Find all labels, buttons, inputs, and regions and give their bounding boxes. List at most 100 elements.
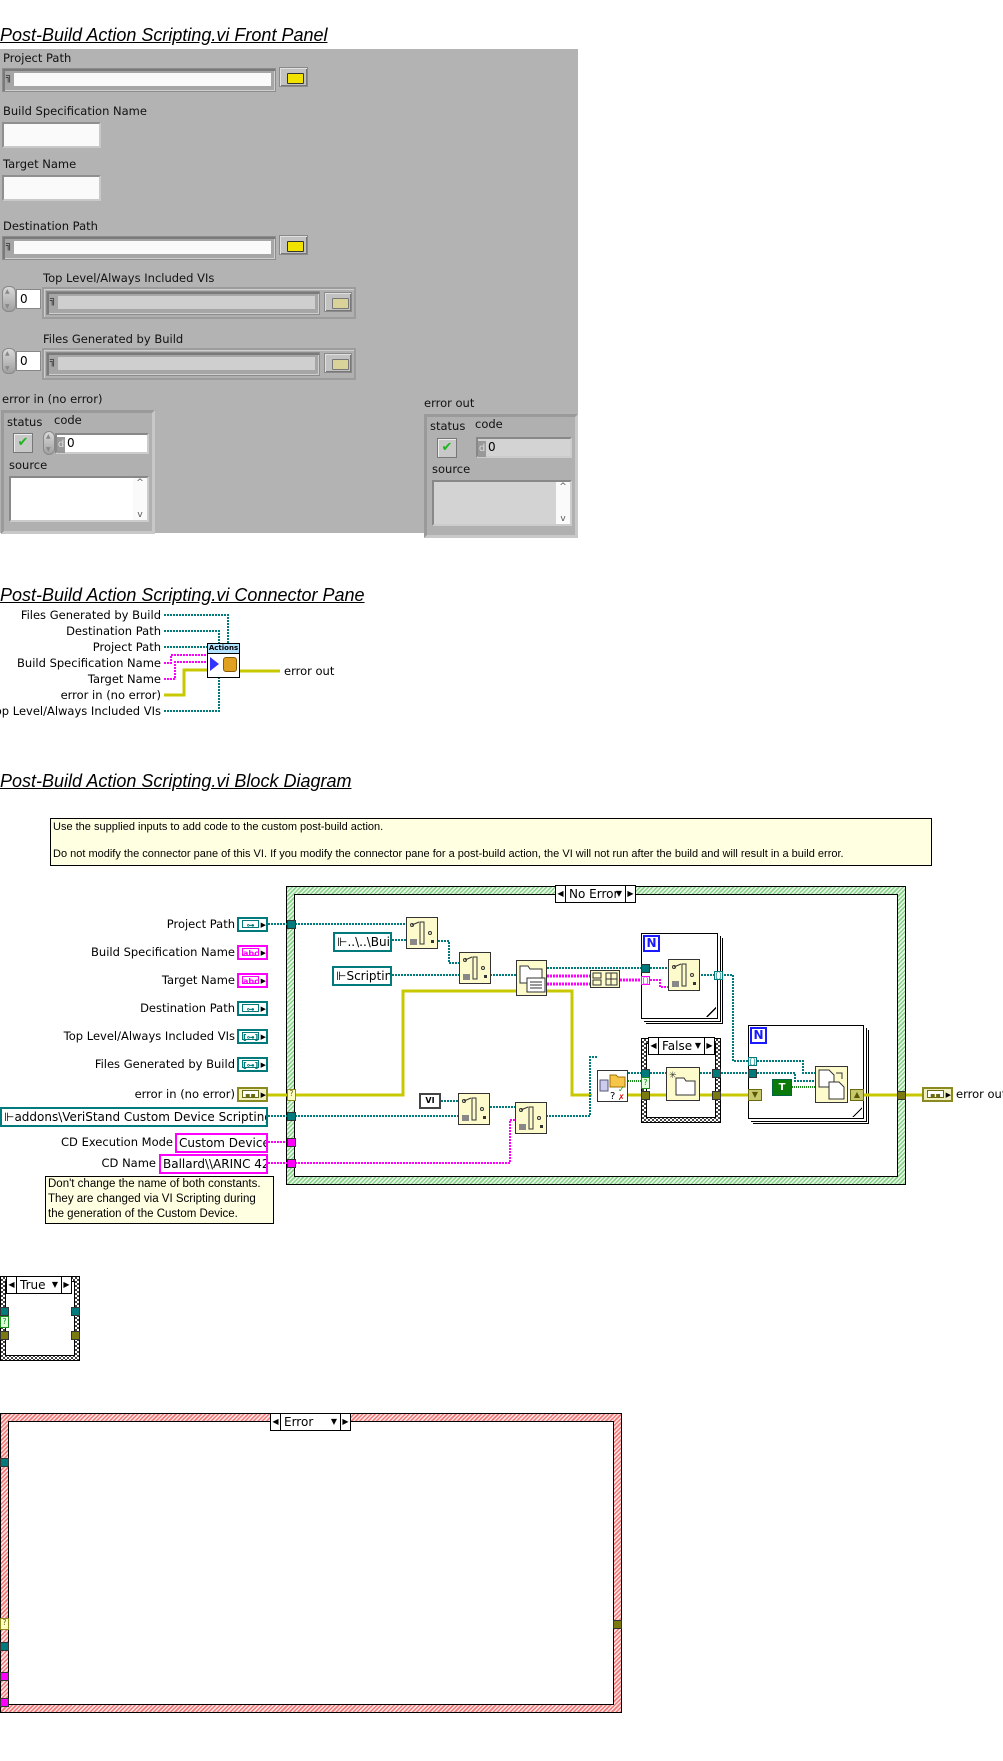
- top-level-vis-element[interactable]: ╗: [46, 291, 320, 315]
- loop2-tunnel-path: [748, 1069, 757, 1078]
- build-path-node-loop[interactable]: [668, 959, 700, 991]
- build-path-icon: [463, 956, 487, 980]
- loop-autoindex-tunnel-out: []: [714, 971, 723, 980]
- top-level-vis-index-spinner[interactable]: [2, 286, 16, 312]
- front-panel-title: Post-Build Action Scripting.vi Front Pan…: [0, 25, 328, 45]
- error-in-source-input[interactable]: ^ v: [9, 476, 149, 522]
- terminal-top-level-vis[interactable]: [⊶]: [237, 1029, 268, 1044]
- error-in-status-checkbox[interactable]: ✔: [13, 433, 33, 453]
- error-in-code-spinner[interactable]: [43, 431, 55, 455]
- chevron-down-icon[interactable]: ▼: [616, 886, 622, 902]
- case-selector-error[interactable]: ◀ Error ▼ ▶: [270, 1413, 351, 1431]
- chevron-down-icon[interactable]: ▼: [331, 1414, 337, 1430]
- label-target-name: Target Name: [161, 973, 235, 987]
- case-selector-true[interactable]: ◀ True ▼ ▶: [6, 1276, 72, 1294]
- project-path-field[interactable]: ╗: [2, 68, 276, 92]
- label-error-in: error in (no error): [134, 1087, 235, 1101]
- project-path-input[interactable]: [14, 73, 271, 86]
- files-generated-index[interactable]: 0: [16, 351, 41, 371]
- prev-case-arrow-icon[interactable]: ◀: [556, 886, 566, 902]
- new-folder-icon: ✳: [669, 1071, 696, 1096]
- label-error-out: error out: [956, 1087, 1003, 1101]
- case-selector-terminal: ?: [287, 1089, 296, 1101]
- copy-file-node[interactable]: [815, 1066, 848, 1103]
- case-selector-false[interactable]: ◀ False ▼ ▶: [648, 1037, 715, 1055]
- build-array-node[interactable]: [590, 970, 620, 988]
- constant-scripting-path[interactable]: ⊩Scripting: [332, 966, 392, 986]
- terminal-project-path[interactable]: ⊶: [237, 917, 268, 932]
- build-path-node-3[interactable]: [458, 1093, 490, 1125]
- prev-case-arrow-icon[interactable]: ◀: [7, 1277, 17, 1293]
- front-panel: Project Path ╗ Build Specification Name …: [0, 49, 578, 538]
- case-structure-error[interactable]: [0, 1413, 622, 1713]
- prev-case-arrow-icon[interactable]: ◀: [271, 1414, 281, 1430]
- project-path-label: Project Path: [3, 51, 72, 65]
- terminal-destination-path[interactable]: ⊶: [237, 1001, 268, 1016]
- error-case-tunnel-addons-path: [0, 1642, 9, 1651]
- build-path-node-2[interactable]: [459, 952, 491, 984]
- svg-text:✗: ✗: [618, 1093, 625, 1101]
- case-selector-no-error[interactable]: ◀ No Error ▼ ▶: [555, 885, 636, 903]
- top-level-vis-index[interactable]: 0: [16, 289, 41, 309]
- create-folder-node[interactable]: ✳: [666, 1067, 700, 1101]
- prev-case-arrow-icon[interactable]: ◀: [649, 1038, 659, 1054]
- constants-note-comment: Don't change the name of both constants.…: [45, 1176, 274, 1224]
- error-in-source-scrollbar[interactable]: ^ v: [133, 478, 147, 520]
- files-generated-label: Files Generated by Build: [43, 332, 184, 346]
- constant-built-path[interactable]: ⊩..\..\Built: [333, 932, 392, 952]
- list-folder-node[interactable]: [516, 960, 547, 996]
- target-name-input[interactable]: [2, 175, 101, 201]
- terminal-build-spec-name[interactable]: abc: [237, 945, 268, 960]
- error-out-status-indicator: ✔: [437, 438, 457, 458]
- top-level-vis-browse-button[interactable]: [324, 292, 352, 312]
- error-in-code-input[interactable]: d0: [55, 433, 149, 454]
- check-file-exists-node[interactable]: ? ✓ ✗: [597, 1070, 628, 1102]
- cp-input-destination-path: Destination Path: [66, 624, 161, 638]
- instructions-comment: Use the supplied inputs to add code to t…: [50, 818, 932, 866]
- vi-path-constant[interactable]: VI: [419, 1093, 441, 1109]
- destination-path-input[interactable]: [14, 241, 271, 254]
- files-generated-element[interactable]: ╗: [46, 352, 320, 376]
- cp-wire-target-name: [164, 661, 207, 680]
- files-generated-index-spinner[interactable]: [2, 348, 16, 374]
- folder-icon: [287, 73, 304, 84]
- build-spec-name-label: Build Specification Name: [3, 104, 147, 118]
- error-out-cluster: status code ✔ d0 source ^ v: [424, 414, 578, 538]
- files-generated-browse-button[interactable]: [324, 353, 352, 373]
- cp-wire-top-level-vis: [164, 676, 220, 712]
- constant-cd-name[interactable]: Ballard\\ARINC 429: [159, 1154, 268, 1174]
- build-path-node-1[interactable]: [406, 917, 438, 949]
- folder-icon: [332, 359, 349, 370]
- build-path-node-4[interactable]: [515, 1102, 547, 1134]
- label-top-level-vis: Top Level/Always Included VIs: [63, 1029, 235, 1043]
- scroll-down-icon[interactable]: v: [556, 514, 570, 524]
- project-path-browse-button[interactable]: [279, 67, 308, 87]
- scroll-up-icon[interactable]: ^: [133, 478, 147, 488]
- next-case-arrow-icon[interactable]: ▶: [61, 1277, 71, 1293]
- scroll-down-icon[interactable]: v: [133, 510, 147, 520]
- destination-path-browse-button[interactable]: [279, 235, 308, 255]
- next-case-arrow-icon[interactable]: ▶: [704, 1038, 714, 1054]
- connector-pane-title: Post-Build Action Scripting.vi Connector…: [0, 585, 365, 605]
- constant-cd-execution-mode[interactable]: Custom Devices: [175, 1133, 268, 1153]
- next-case-arrow-icon[interactable]: ▶: [340, 1414, 350, 1430]
- boolean-true-constant[interactable]: T: [772, 1079, 792, 1096]
- terminal-target-name[interactable]: abc: [237, 973, 268, 988]
- cp-output-error-out: error out: [284, 664, 335, 678]
- error-in-code-label: code: [54, 413, 82, 427]
- build-spec-name-input[interactable]: [2, 122, 101, 148]
- cp-input-build-spec-name: Build Specification Name: [17, 656, 161, 670]
- error-out-source-label: source: [432, 462, 471, 476]
- terminal-error-in[interactable]: ▪▪: [237, 1087, 268, 1102]
- next-case-arrow-icon[interactable]: ▶: [625, 886, 635, 902]
- path-icon: ╗: [6, 72, 13, 83]
- chevron-down-icon[interactable]: ▼: [695, 1038, 701, 1054]
- chevron-down-icon[interactable]: ▼: [52, 1277, 58, 1293]
- error-in-label: error in (no error): [2, 392, 103, 406]
- scroll-up-icon[interactable]: ^: [556, 482, 570, 492]
- terminal-files-generated[interactable]: [⊶]: [237, 1057, 268, 1072]
- error-out-source-scrollbar[interactable]: ^ v: [556, 482, 570, 524]
- constant-addons-path[interactable]: ⊩addons\VeriStand Custom Device Scriptin…: [0, 1107, 268, 1127]
- destination-path-field[interactable]: ╗: [2, 236, 276, 260]
- svg-text:?: ?: [610, 1091, 615, 1101]
